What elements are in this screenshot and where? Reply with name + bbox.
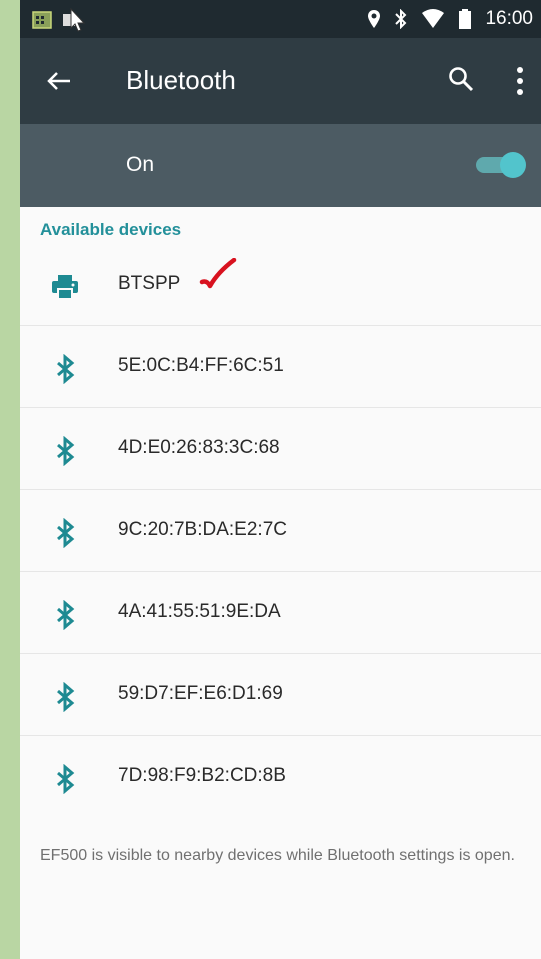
bluetooth-icon — [57, 600, 75, 630]
more-vert-icon[interactable] — [514, 66, 526, 96]
app-toolbar: Bluetooth — [20, 38, 541, 124]
device-name: BTSPP — [118, 273, 181, 294]
list-item-device[interactable]: 4D:E0:26:83:3C:68 — [20, 408, 541, 490]
switch-label: On — [126, 153, 155, 176]
printer-icon — [52, 275, 78, 300]
device-address: 5E:0C:B4:FF:6C:51 — [118, 355, 284, 376]
device-address: 4D:E0:26:83:3C:68 — [118, 437, 280, 458]
bluetooth-icon — [57, 354, 75, 384]
check-mark-annotation — [199, 258, 237, 289]
list-item-device[interactable]: 5E:0C:B4:FF:6C:51 — [20, 326, 541, 408]
bluetooth-icon — [57, 682, 75, 712]
bluetooth-toggle[interactable] — [476, 152, 530, 178]
list-item-device[interactable]: 7D:98:F9:B2:CD:8B — [20, 736, 541, 817]
cursor-icon — [63, 8, 86, 32]
list-item-device[interactable]: 9C:20:7B:DA:E2:7C — [20, 490, 541, 572]
wifi-icon — [422, 9, 445, 28]
page-title: Bluetooth — [126, 65, 236, 95]
list-item-device[interactable]: BTSPP — [20, 244, 541, 326]
bluetooth-icon — [57, 436, 75, 466]
search-icon[interactable] — [448, 66, 474, 92]
device-address: 4A:41:55:51:9E:DA — [118, 601, 281, 622]
bluetooth-icon — [57, 518, 75, 548]
device-address: 7D:98:F9:B2:CD:8B — [118, 765, 286, 786]
section-header-available-devices: Available devices — [40, 220, 182, 239]
device-list: BTSPP 5E:0C:B4:FF:6C:51 4D:E0:26:83:3C:6… — [20, 244, 541, 817]
list-item-device[interactable]: 4A:41:55:51:9E:DA — [20, 572, 541, 654]
bluetooth-switch-bar[interactable]: On — [20, 124, 541, 207]
bluetooth-icon — [395, 9, 407, 29]
device-address: 9C:20:7B:DA:E2:7C — [118, 519, 287, 540]
visibility-note: EF500 is visible to nearby devices while… — [40, 847, 515, 864]
phone-screen: 16:00 Bluetooth On Available devices BTS… — [20, 0, 541, 959]
location-icon — [368, 10, 381, 28]
arrow-left-icon[interactable] — [44, 66, 74, 96]
bluetooth-icon — [57, 764, 75, 794]
clock: 16:00 — [485, 8, 533, 29]
status-bar: 16:00 — [20, 0, 541, 38]
battery-icon — [459, 9, 472, 29]
list-item-device[interactable]: 59:D7:EF:E6:D1:69 — [20, 654, 541, 736]
toggle-thumb — [500, 152, 526, 178]
device-address: 59:D7:EF:E6:D1:69 — [118, 683, 283, 704]
calendar-icon — [32, 11, 52, 29]
